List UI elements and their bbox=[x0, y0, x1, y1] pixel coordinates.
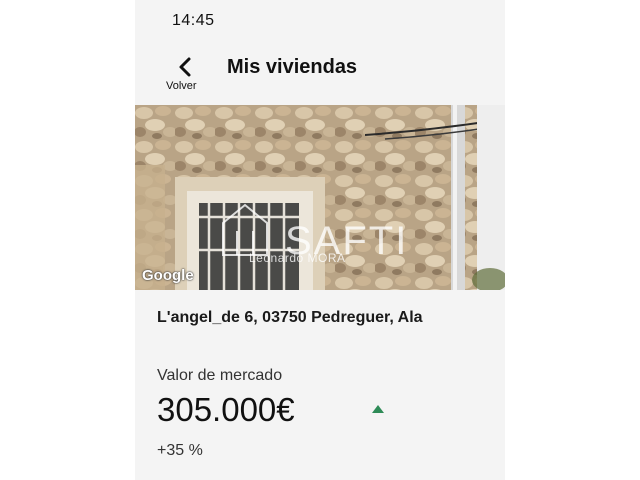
property-photo[interactable]: SAFTI Leonardo MORA Google bbox=[135, 105, 505, 290]
market-value-label: Valor de mercado bbox=[157, 367, 283, 384]
triangle-up-icon bbox=[372, 405, 384, 413]
chevron-left-icon bbox=[179, 57, 191, 77]
status-bar-time: 14:45 bbox=[172, 12, 215, 29]
market-value: 305.000€ bbox=[157, 391, 295, 428]
app-screen: 14:45 Volver Mis viviendas SAFTI Leonard… bbox=[135, 0, 505, 480]
watermark-agent: Leonardo MORA bbox=[249, 251, 346, 265]
back-button[interactable]: Volver bbox=[163, 54, 209, 98]
back-label: Volver bbox=[166, 80, 197, 92]
google-attribution: Google bbox=[142, 267, 194, 284]
value-change-percent: +35 % bbox=[157, 442, 203, 459]
page-title: Mis viviendas bbox=[227, 56, 358, 78]
property-address: L'angel_de 6, 03750 Pedreguer, Ala bbox=[157, 309, 423, 326]
